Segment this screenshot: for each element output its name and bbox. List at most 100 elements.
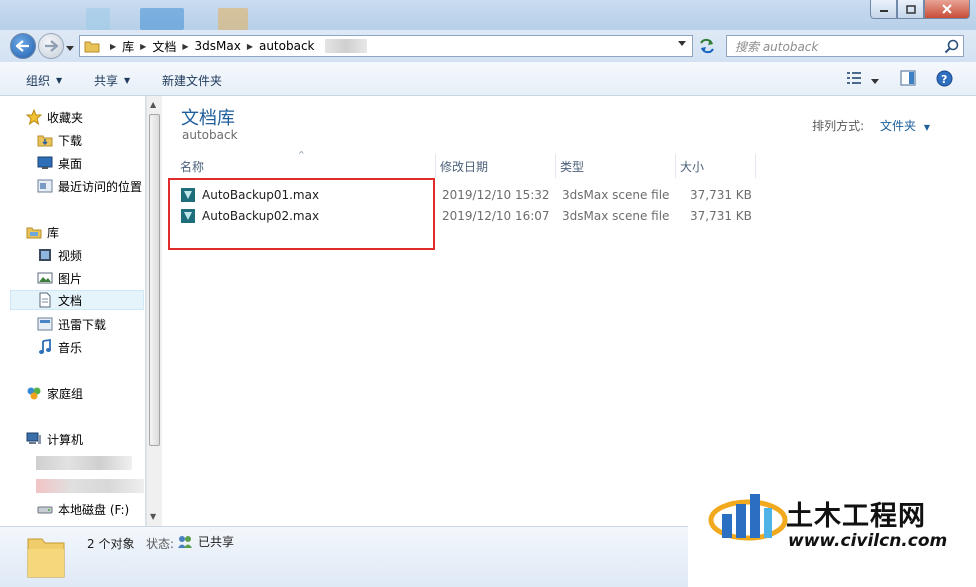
view-options-dropdown[interactable]: [871, 74, 879, 88]
sidebar-scrollbar[interactable]: ▲ ▼: [146, 96, 162, 526]
blurred-thumbnail: [140, 8, 184, 30]
sidebar-item-desktop[interactable]: 桌面: [37, 153, 82, 173]
organize-label: 组织: [26, 74, 51, 88]
recent-pages-dropdown[interactable]: [66, 41, 74, 55]
column-header-type[interactable]: 类型: [556, 154, 676, 178]
breadcrumb-library[interactable]: 库: [122, 38, 134, 55]
file-list-pane: 文档库 autoback 排列方式: 文件夹 ▼ ^ 名称 修改日期 类型 大小…: [162, 96, 976, 526]
close-button[interactable]: [924, 0, 970, 19]
refresh-button[interactable]: [697, 37, 717, 55]
star-icon: [26, 109, 42, 125]
blurred-region: [36, 456, 132, 470]
address-bar[interactable]: ▶ 库 ▶ 文档 ▶ 3dsMax ▶ autoback: [79, 35, 693, 57]
desktop-icon: [37, 155, 53, 171]
sidebar-item-computer[interactable]: 计算机: [26, 429, 83, 449]
breadcrumb-documents[interactable]: 文档: [152, 38, 176, 55]
computer-icon: [26, 431, 42, 447]
sidebar-item-videos[interactable]: 视频: [37, 245, 82, 265]
scroll-up-icon[interactable]: ▲: [150, 100, 156, 109]
column-header-size[interactable]: 大小: [676, 154, 756, 178]
sidebar-item-documents[interactable]: 文档: [10, 290, 144, 310]
breadcrumb-3dsmax[interactable]: 3dsMax: [195, 39, 241, 53]
sidebar-item-libraries[interactable]: 库: [26, 222, 59, 242]
arrange-label: 排列方式:: [812, 119, 865, 133]
sidebar-item-label: 最近访问的位置: [58, 179, 143, 194]
breadcrumb-autoback[interactable]: autoback: [259, 39, 315, 53]
column-header-modified[interactable]: 修改日期: [436, 154, 556, 178]
item-count: 2 个对象: [87, 537, 135, 551]
new-folder-button[interactable]: 新建文件夹: [162, 72, 222, 89]
help-icon: ?: [936, 70, 953, 87]
pictures-library-icon: [37, 270, 53, 286]
search-placeholder: 搜索 autoback: [735, 39, 819, 54]
sidebar-item-label: 文档: [58, 293, 83, 308]
sidebar-item-pictures[interactable]: 图片: [37, 268, 82, 288]
library-subtitle: autoback: [182, 128, 238, 142]
search-input[interactable]: 搜索 autoback: [726, 35, 964, 57]
recent-places-icon: [37, 178, 53, 194]
maximize-button[interactable]: [897, 0, 924, 19]
shared-state-value: 已共享: [198, 535, 235, 549]
arrange-value: 文件夹: [880, 119, 917, 133]
organize-button[interactable]: 组织 ▼: [26, 72, 62, 89]
watermark-logo: [708, 494, 788, 541]
blurred-thumbnail: [86, 8, 110, 30]
homegroup-icon: [26, 385, 42, 401]
address-history-dropdown[interactable]: [678, 40, 686, 49]
minimize-icon: [879, 10, 888, 12]
sidebar-item-downloads[interactable]: 下载: [37, 130, 82, 150]
local-disk-icon: [37, 501, 53, 517]
file-type: 3dsMax scene file: [562, 209, 670, 223]
scroll-down-icon[interactable]: ▼: [150, 512, 156, 521]
folder-icon: [27, 538, 65, 578]
new-folder-label: 新建文件夹: [162, 74, 223, 88]
scrollbar-thumb[interactable]: [149, 114, 160, 446]
title-bar: [0, 0, 976, 30]
state-label: 状态:: [146, 537, 175, 551]
sidebar-item-recent-places[interactable]: 最近访问的位置: [37, 176, 142, 196]
sidebar-item-label: 图片: [58, 271, 83, 286]
sidebar-item-music[interactable]: 音乐: [37, 337, 82, 357]
shared-users-icon: [178, 535, 192, 548]
library-icon: [26, 224, 42, 240]
sidebar-item-label: 迅雷下载: [58, 317, 107, 332]
forward-button[interactable]: [38, 33, 64, 59]
back-arrow-icon: [16, 40, 29, 52]
view-options-button[interactable]: [846, 70, 862, 89]
refresh-icon: [700, 38, 714, 54]
sidebar-item-favorites[interactable]: 收藏夹: [26, 107, 83, 127]
video-library-icon: [37, 247, 53, 263]
sidebar-item-label: 视频: [58, 248, 83, 263]
chevron-down-icon: [678, 41, 686, 46]
back-button[interactable]: [10, 33, 36, 59]
blurred-thumbnail: [218, 8, 248, 30]
navigation-pane: 收藏夹 下载 桌面 最近访问的位置 库 视频 图片 文档 迅雷下载 音乐 家庭组: [0, 96, 146, 526]
library-title: 文档库: [181, 108, 235, 129]
sidebar-item-local-disk-f[interactable]: 本地磁盘 (F:): [37, 499, 129, 519]
breadcrumb-separator-icon[interactable]: ▶: [182, 42, 188, 51]
help-button[interactable]: ?: [936, 70, 953, 90]
column-header-name[interactable]: 名称: [176, 154, 436, 178]
file-size: 37,731 KB: [690, 209, 752, 223]
sidebar-item-homegroup[interactable]: 家庭组: [26, 383, 83, 403]
breadcrumb-separator-icon[interactable]: ▶: [140, 42, 146, 51]
share-button[interactable]: 共享 ▼: [94, 72, 130, 89]
blurred-region: [324, 39, 367, 53]
breadcrumb-separator-icon[interactable]: ▶: [247, 42, 253, 51]
minimize-button[interactable]: [870, 0, 897, 19]
view-list-icon: [847, 72, 861, 84]
chevron-down-icon: [66, 46, 74, 51]
highlight-annotation: [168, 178, 435, 250]
sidebar-item-thunder-download[interactable]: 迅雷下载: [37, 314, 106, 334]
maximize-icon: [905, 4, 916, 14]
file-size: 37,731 KB: [690, 188, 752, 202]
preview-pane-button[interactable]: [900, 70, 916, 89]
address-row: ▶ 库 ▶ 文档 ▶ 3dsMax ▶ autoback 搜索 autoback: [0, 30, 976, 62]
sidebar-item-label: 计算机: [47, 432, 84, 447]
command-toolbar: 组织 ▼ 共享 ▼ 新建文件夹 ?: [0, 62, 976, 96]
watermark: 土木工程网 www.civilcn.com: [688, 466, 976, 587]
arrange-value-dropdown[interactable]: 文件夹 ▼: [880, 119, 930, 133]
search-icon[interactable]: [944, 39, 959, 54]
file-modified: 2019/12/10 15:32: [442, 188, 550, 202]
chevron-down-icon: ▼: [56, 76, 63, 85]
